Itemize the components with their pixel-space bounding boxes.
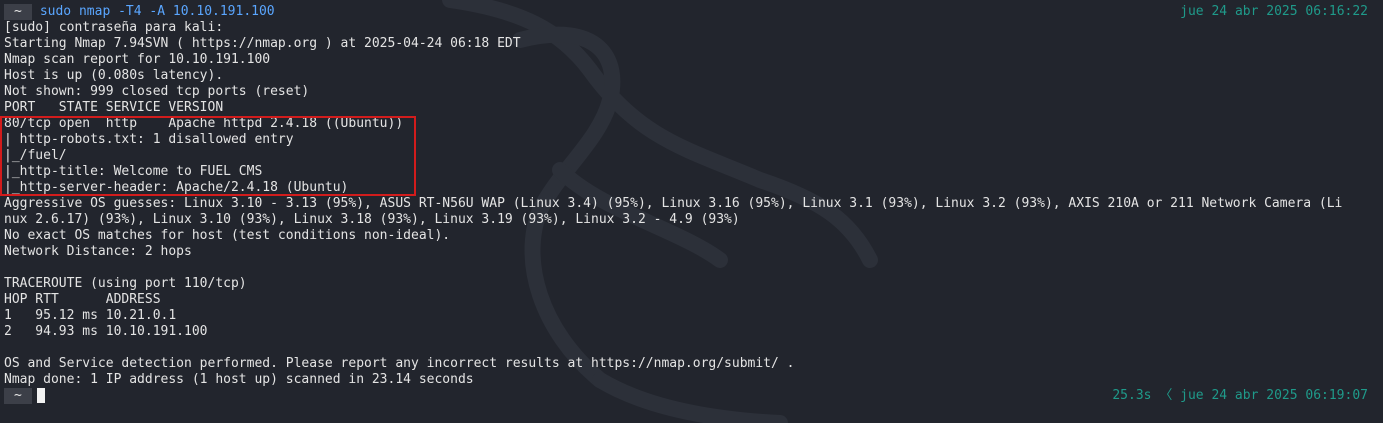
- output-line: nux 2.6.17) (93%), Linux 3.10 (93%), Lin…: [4, 212, 740, 227]
- output-line: No exact OS matches for host (test condi…: [4, 228, 451, 243]
- output-line: Not shown: 999 closed tcp ports (reset): [4, 84, 310, 99]
- output-line: 2 94.93 ms 10.10.191.100: [4, 324, 208, 339]
- output-line: [sudo] contraseña para kali:: [4, 20, 224, 35]
- text-cursor[interactable]: [36, 388, 45, 403]
- command-text: sudo nmap -T4 -A 10.10.191.100: [39, 4, 275, 19]
- output-line: | http-robots.txt: 1 disallowed entry: [4, 132, 294, 147]
- terminal-output: ~ sudo nmap -T4 -A 10.10.191.100 jue 24 a…: [4, 4, 1383, 404]
- output-line: Host is up (0.080s latency).: [4, 68, 224, 83]
- prompt-home-indicator: ~: [4, 388, 32, 404]
- output-line: Nmap done: 1 IP address (1 host up) scan…: [4, 372, 474, 387]
- current-prompt-row[interactable]: ~ 25.3s 〈 jue 24 abr 2025 06:19:07: [4, 388, 1383, 404]
- output-line: |_/fuel/: [4, 148, 67, 163]
- output-lines: [sudo] contraseña para kali: Starting Nma…: [4, 20, 1383, 388]
- output-line: 80/tcp open http Apache httpd 2.4.18 ((U…: [4, 116, 404, 131]
- output-line: |_http-server-header: Apache/2.4.18 (Ubu…: [4, 180, 349, 195]
- prompt-home-indicator: ~: [4, 4, 32, 20]
- output-line: Network Distance: 2 hops: [4, 244, 192, 259]
- output-line: Starting Nmap 7.94SVN ( https://nmap.org…: [4, 36, 521, 51]
- output-line: Aggressive OS guesses: Linux 3.10 - 3.13…: [4, 196, 1343, 211]
- prompt-datetime: jue 24 abr 2025 06:16:22: [1180, 4, 1368, 19]
- output-line: 1 95.12 ms 10.21.0.1: [4, 308, 177, 323]
- command-prompt-row: ~ sudo nmap -T4 -A 10.10.191.100 jue 24 a…: [4, 4, 1383, 20]
- output-line: OS and Service detection performed. Plea…: [4, 356, 795, 371]
- output-line: HOP RTT ADDRESS: [4, 292, 161, 307]
- output-line: |_http-title: Welcome to FUEL CMS: [4, 164, 263, 179]
- prompt-status: 25.3s 〈 jue 24 abr 2025 06:19:07: [1112, 388, 1368, 403]
- output-line: Nmap scan report for 10.10.191.100: [4, 52, 271, 67]
- output-line: TRACEROUTE (using port 110/tcp): [4, 276, 247, 291]
- output-line: PORT STATE SERVICE VERSION: [4, 100, 224, 115]
